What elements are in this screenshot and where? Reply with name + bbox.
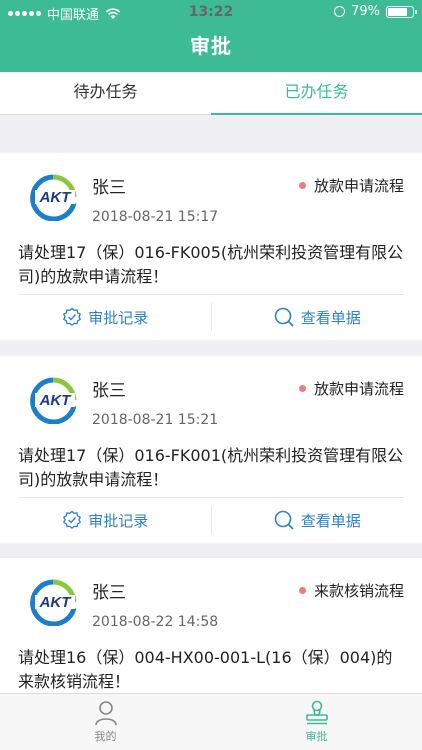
- nav-label-mine: 我的: [94, 730, 117, 743]
- person-icon: [94, 701, 117, 726]
- approval-record-label: 审批记录: [88, 511, 149, 530]
- approval-record-button[interactable]: 审批记录: [0, 498, 211, 542]
- process-label: 来款核销流程: [313, 582, 404, 600]
- logo-text: AKT: [39, 392, 73, 409]
- rotation-lock-icon: [334, 6, 346, 17]
- view-document-label: 查看单据: [300, 308, 361, 327]
- applicant-name: 张三: [92, 583, 126, 603]
- task-card[interactable]: AKT 张三 放款申请流程 2018-08-21 15:21 请处理17（保）0…: [0, 356, 422, 543]
- task-card[interactable]: AKT 张三 来款核销流程 2018-08-22 14:58 请处理16（保）0…: [0, 558, 422, 694]
- akt-logo: AKT: [30, 377, 77, 424]
- task-time: 2018-08-22 14:58: [92, 614, 219, 630]
- task-time: 2018-08-21 15:21: [92, 412, 219, 428]
- status-bar: 中国联通 13:22 79%: [0, 0, 422, 24]
- process-type: 放款申请流程: [298, 378, 404, 399]
- tab-pending[interactable]: 待办任务: [0, 72, 211, 114]
- battery-percent: 79%: [351, 4, 380, 19]
- task-description: 请处理17（保）016-FK005(杭州荣利投资管理有限公司)的放款申请流程！: [18, 243, 404, 286]
- process-type: 放款申请流程: [298, 175, 404, 196]
- nav-item-approval[interactable]: 审批: [211, 694, 422, 750]
- header-bar: 中国联通 13:22 79% 审批: [0, 0, 422, 72]
- logo-text: AKT: [39, 189, 73, 206]
- task-tabs: 待办任务 已办任务: [0, 72, 422, 115]
- card-actions: 审批记录 查看单据: [0, 498, 422, 542]
- verified-badge-icon: [63, 307, 82, 327]
- view-document-button[interactable]: 查看单据: [212, 295, 422, 339]
- nav-item-mine[interactable]: 我的: [0, 694, 211, 750]
- search-icon: [274, 510, 294, 530]
- applicant-name: 张三: [92, 178, 126, 198]
- task-card[interactable]: AKT 张三 放款申请流程 2018-08-21 15:17 请处理17（保）0…: [0, 153, 422, 340]
- approval-record-button[interactable]: 审批记录: [0, 295, 211, 339]
- akt-logo: AKT: [30, 174, 77, 221]
- task-description: 请处理16（保）004-HX00-001-L(16（保）004)的来款核销流程！: [18, 648, 393, 691]
- stamp-icon: [305, 700, 328, 725]
- approval-record-label: 审批记录: [88, 308, 149, 327]
- verified-badge-icon: [63, 510, 82, 530]
- status-dot: [298, 182, 306, 189]
- search-icon: [274, 307, 294, 327]
- applicant-name: 张三: [92, 381, 126, 401]
- logo-text: AKT: [39, 594, 73, 611]
- view-document-label: 查看单据: [300, 511, 361, 530]
- akt-logo: AKT: [30, 579, 77, 626]
- bottom-nav: 我的 审批: [0, 693, 422, 750]
- process-type: 来款核销流程: [298, 580, 404, 601]
- task-time: 2018-08-21 15:17: [92, 209, 219, 225]
- tab-done[interactable]: 已办任务: [211, 72, 422, 115]
- process-label: 放款申请流程: [313, 177, 404, 195]
- card-actions: 审批记录 查看单据: [0, 295, 422, 339]
- view-document-button[interactable]: 查看单据: [212, 498, 422, 542]
- task-description: 请处理17（保）016-FK001(杭州荣利投资管理有限公司)的放款申请流程！: [18, 446, 404, 489]
- process-label: 放款申请流程: [313, 380, 404, 398]
- page-title: 审批: [190, 34, 232, 58]
- nav-label-approval: 审批: [305, 730, 328, 743]
- status-dot: [298, 587, 306, 594]
- status-dot: [298, 385, 306, 392]
- battery-icon: [386, 5, 417, 18]
